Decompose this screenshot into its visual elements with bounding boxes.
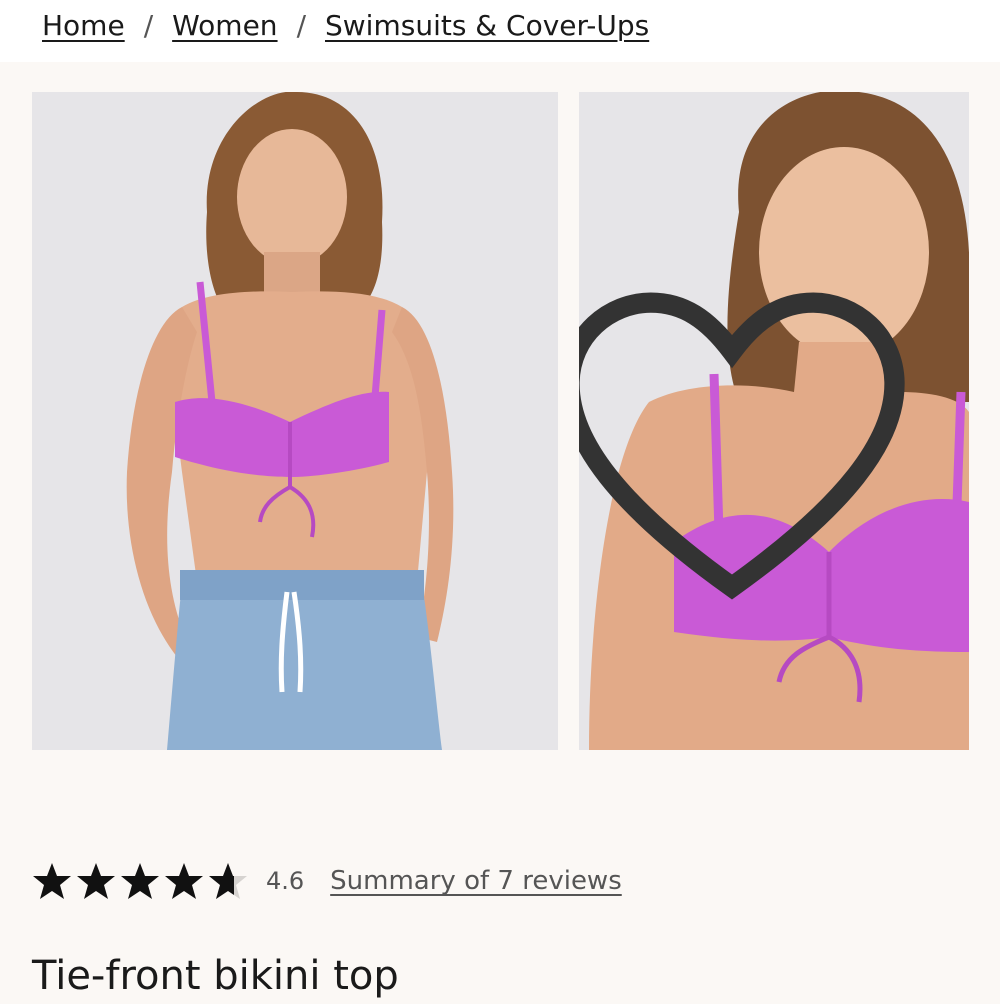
product-photo	[32, 92, 558, 750]
breadcrumb: Home / Women / Swimsuits & Cover-Ups	[42, 8, 649, 44]
rating-summary: 4.6 Summary of 7 reviews	[32, 856, 622, 906]
product-image-front[interactable]	[32, 92, 558, 750]
star-rating	[32, 861, 252, 901]
star-partial-icon	[209, 863, 247, 899]
star-full-icon	[33, 863, 71, 899]
star-full-icon	[121, 863, 159, 899]
heart-icon[interactable]	[579, 128, 927, 750]
product-image-closeup[interactable]	[579, 92, 969, 750]
breadcrumb-home-link[interactable]: Home	[42, 8, 125, 44]
rating-value: 4.6	[266, 867, 305, 895]
product-title: Tie-front bikini top	[32, 953, 399, 999]
star-full-icon	[165, 863, 203, 899]
breadcrumb-separator: /	[296, 9, 306, 42]
product-gallery	[0, 62, 1000, 782]
breadcrumb-women-link[interactable]: Women	[172, 8, 277, 44]
breadcrumb-swimsuits-link[interactable]: Swimsuits & Cover-Ups	[325, 8, 649, 44]
top-bar: Home / Women / Swimsuits & Cover-Ups	[0, 0, 1000, 62]
breadcrumb-separator: /	[143, 9, 154, 42]
reviews-summary-link[interactable]: Summary of 7 reviews	[330, 866, 622, 896]
star-full-icon	[77, 863, 115, 899]
